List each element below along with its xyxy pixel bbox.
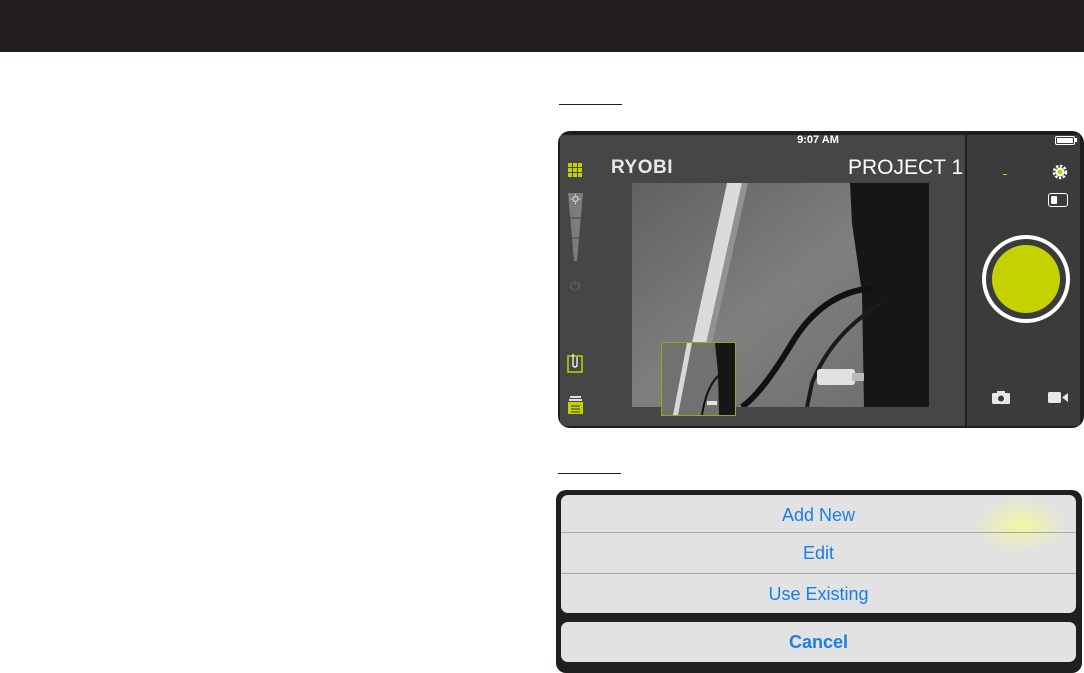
thumbnail-preview[interactable]	[661, 342, 736, 416]
action-sheet-options: Add New Edit Use Existing	[561, 495, 1076, 613]
power-icon[interactable]: ⏻	[568, 279, 582, 293]
video-icon[interactable]	[1048, 391, 1068, 404]
camera-icon[interactable]	[992, 391, 1010, 404]
cancel-button[interactable]: Cancel	[561, 622, 1076, 662]
action-sheet: Add New Edit Use Existing Cancel	[556, 490, 1082, 673]
project-title: PROJECT 1	[848, 156, 964, 179]
status-time: 9:07 AM	[797, 134, 839, 146]
use-existing-button[interactable]: Use Existing	[561, 574, 1076, 613]
battery-tip	[1075, 138, 1077, 142]
brightness-icon[interactable]	[568, 193, 583, 261]
figure-label-underline	[558, 473, 621, 474]
figure-label-underline	[559, 104, 622, 105]
edit-button[interactable]: Edit	[561, 533, 1076, 573]
toggle-icon[interactable]	[1048, 193, 1068, 207]
shutter-button[interactable]	[982, 235, 1070, 323]
gear-icon[interactable]	[1051, 163, 1069, 181]
grid-icon[interactable]	[568, 163, 582, 177]
brand-logo: RYOBI	[611, 157, 673, 178]
clip-icon[interactable]	[567, 353, 583, 373]
device-screen: 9:07 AM ⏻ RYOBI PROJECT 1	[558, 131, 1084, 428]
battery-icon	[1055, 136, 1075, 145]
level-indicator	[1003, 174, 1007, 175]
top-banner	[0, 0, 1084, 52]
cancel-group: Cancel	[561, 622, 1076, 662]
stack-icon[interactable]	[567, 395, 584, 415]
add-new-button[interactable]: Add New	[561, 495, 1076, 535]
